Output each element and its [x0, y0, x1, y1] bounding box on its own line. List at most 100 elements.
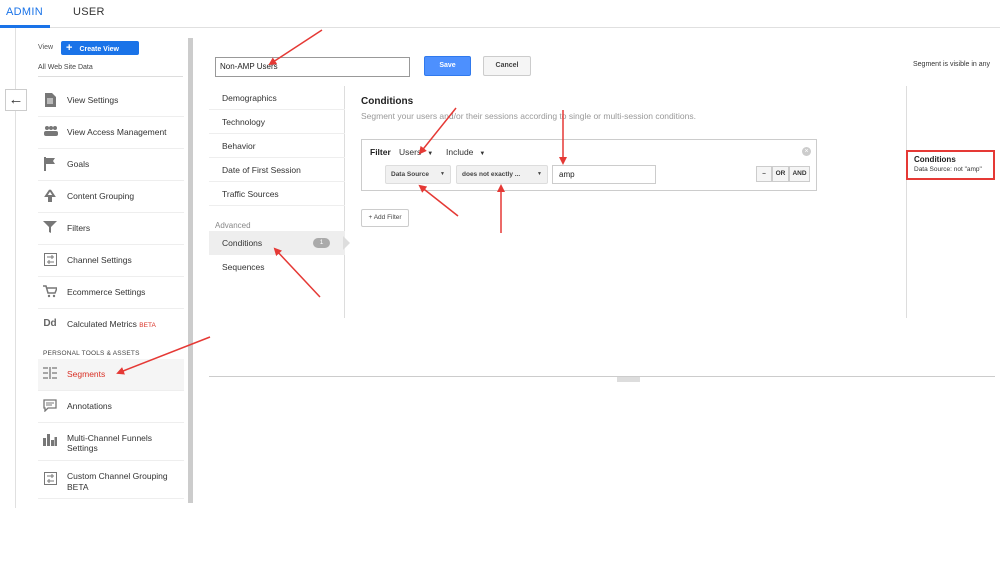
back-arrow-icon[interactable]: ←: [5, 89, 27, 111]
sidebar-item-view-access-management[interactable]: View Access Management: [38, 117, 184, 149]
category-label: Conditions: [222, 238, 263, 248]
sidebar-item-label: Calculated Metrics BETA: [67, 319, 156, 329]
beta-badge: BETA: [139, 322, 156, 329]
category-technology[interactable]: Technology: [209, 110, 345, 134]
filter-icon: [43, 221, 57, 235]
summary-text: Data Source: not "amp": [914, 166, 982, 173]
sidebar-item-label: Content Grouping: [67, 191, 135, 201]
category-demographics[interactable]: Demographics: [209, 86, 345, 110]
caret-down-icon: ▼: [427, 151, 434, 157]
resize-handle[interactable]: [617, 377, 640, 382]
sidebar-item-label-line2: Settings: [67, 443, 98, 453]
bar-chart-icon: [43, 434, 57, 448]
sidebar-item-label: Segments: [67, 369, 106, 379]
operator-select[interactable]: does not exactly ... ▼: [456, 165, 548, 184]
conditions-description: Segment your users and/or their sessions…: [361, 111, 696, 121]
category-label: Demographics: [222, 93, 277, 103]
admin-sidebar: ← View + Create View All Web Site Data Vi…: [0, 28, 195, 580]
segment-name-input[interactable]: Non-AMP Users: [215, 57, 410, 77]
cancel-button[interactable]: Cancel: [483, 56, 531, 76]
sidebar-item-label: Custom Channel Grouping: [67, 471, 168, 481]
tab-user[interactable]: USER: [73, 6, 105, 18]
sidebar-item-view-settings[interactable]: View Settings: [38, 85, 184, 117]
scope-dropdown[interactable]: Users ▼: [399, 147, 433, 157]
plus-icon: +: [66, 42, 73, 54]
sidebar-item-label: Multi-Channel Funnels: [67, 433, 153, 443]
sidebar-item-calculated-metrics[interactable]: Dd Calculated Metrics BETA: [38, 309, 184, 341]
filter-box: Filter Users ▼ Include ▼ × Data Source ▼ do…: [361, 139, 817, 191]
tab-admin[interactable]: ADMIN: [6, 6, 43, 18]
sidebar-item-label: View Settings: [67, 95, 119, 105]
dd-icon: Dd: [43, 318, 57, 329]
sidebar-item-label: Filters: [67, 223, 91, 233]
category-label: Behavior: [222, 141, 256, 151]
include-dropdown[interactable]: Include ▼: [446, 147, 485, 157]
sidebar-item-label: Ecommerce Settings: [67, 287, 146, 297]
document-icon: [43, 93, 57, 107]
sidebar-item-label: Channel Settings: [67, 255, 132, 265]
sidebar-item-channel-settings[interactable]: Channel Settings: [38, 245, 184, 277]
sidebar-item-annotations[interactable]: Annotations: [38, 391, 184, 423]
cart-icon: [43, 285, 59, 299]
remove-condition-button[interactable]: –: [756, 166, 772, 182]
sidebar-item-filters[interactable]: Filters: [38, 213, 184, 245]
editor-bottom-border: [209, 376, 995, 377]
advanced-label: Advanced: [215, 221, 251, 230]
dimension-value: Data Source: [391, 171, 429, 178]
category-label: Sequences: [222, 262, 265, 272]
flag-icon: [43, 157, 57, 171]
sidebar-scrollbar[interactable]: [188, 38, 193, 503]
and-button[interactable]: AND: [789, 166, 810, 182]
beta-badge: BETA: [67, 482, 89, 492]
divider: [38, 76, 183, 77]
section-heading: PERSONAL TOOLS & ASSETS: [43, 350, 140, 357]
create-view-label: Create View: [79, 46, 119, 53]
scope-value: Users: [399, 147, 422, 157]
or-button[interactable]: OR: [772, 166, 789, 182]
category-label: Technology: [222, 117, 266, 127]
sidebar-item-segments[interactable]: Segments: [38, 359, 184, 391]
calculated-metrics-text: Calculated Metrics: [67, 319, 137, 329]
channel-icon: [43, 472, 57, 486]
filter-label: Filter: [370, 147, 391, 157]
sidebar-item-label: Goals: [67, 159, 90, 169]
create-view-button[interactable]: + Create View: [61, 41, 139, 55]
operator-value: does not exactly ...: [462, 171, 521, 178]
caret-down-icon: ▼: [537, 171, 542, 177]
sidebar-item-goals[interactable]: Goals: [38, 149, 184, 181]
comment-icon: [43, 399, 57, 413]
view-selector[interactable]: All Web Site Data: [38, 64, 93, 71]
caret-down-icon: ▼: [440, 171, 445, 177]
category-label: Date of First Session: [222, 165, 301, 175]
active-category-pointer: [343, 236, 350, 250]
remove-filter-icon[interactable]: ×: [802, 147, 811, 156]
people-icon: [43, 125, 58, 139]
category-label: Traffic Sources: [222, 189, 279, 199]
add-filter-button[interactable]: + Add Filter: [361, 209, 409, 227]
view-label: View: [38, 44, 54, 51]
segments-icon: [43, 367, 57, 381]
sidebar-item-multi-channel-funnels[interactable]: Multi-Channel Funnels Settings: [38, 423, 184, 461]
segment-summary: Conditions Data Source: not "amp": [906, 150, 995, 180]
segment-visibility-text: Segment is visible in any: [913, 61, 991, 68]
grouping-icon: [43, 189, 57, 203]
condition-value-input[interactable]: amp: [552, 165, 656, 184]
category-sequences[interactable]: Sequences: [209, 255, 345, 279]
conditions-count-badge: 1: [313, 238, 330, 248]
summary-divider: [906, 86, 907, 318]
save-button[interactable]: Save: [424, 56, 471, 76]
category-traffic-sources[interactable]: Traffic Sources: [209, 182, 345, 206]
sidebar-item-custom-channel-grouping[interactable]: Custom Channel Grouping BETA: [38, 461, 184, 499]
caret-down-icon: ▼: [479, 151, 486, 157]
conditions-title: Conditions: [361, 96, 414, 107]
include-value: Include: [446, 147, 474, 157]
sidebar-item-content-grouping[interactable]: Content Grouping: [38, 181, 184, 213]
category-conditions[interactable]: Conditions 1: [209, 231, 345, 255]
category-date-of-first-session[interactable]: Date of First Session: [209, 158, 345, 182]
dimension-select[interactable]: Data Source ▼: [385, 165, 451, 184]
sidebar-item-ecommerce-settings[interactable]: Ecommerce Settings: [38, 277, 184, 309]
category-behavior[interactable]: Behavior: [209, 134, 345, 158]
sidebar-item-label: Annotations: [67, 401, 112, 411]
segment-category-list: Demographics Technology Behavior Date of…: [209, 86, 345, 318]
channel-icon: [43, 253, 57, 267]
